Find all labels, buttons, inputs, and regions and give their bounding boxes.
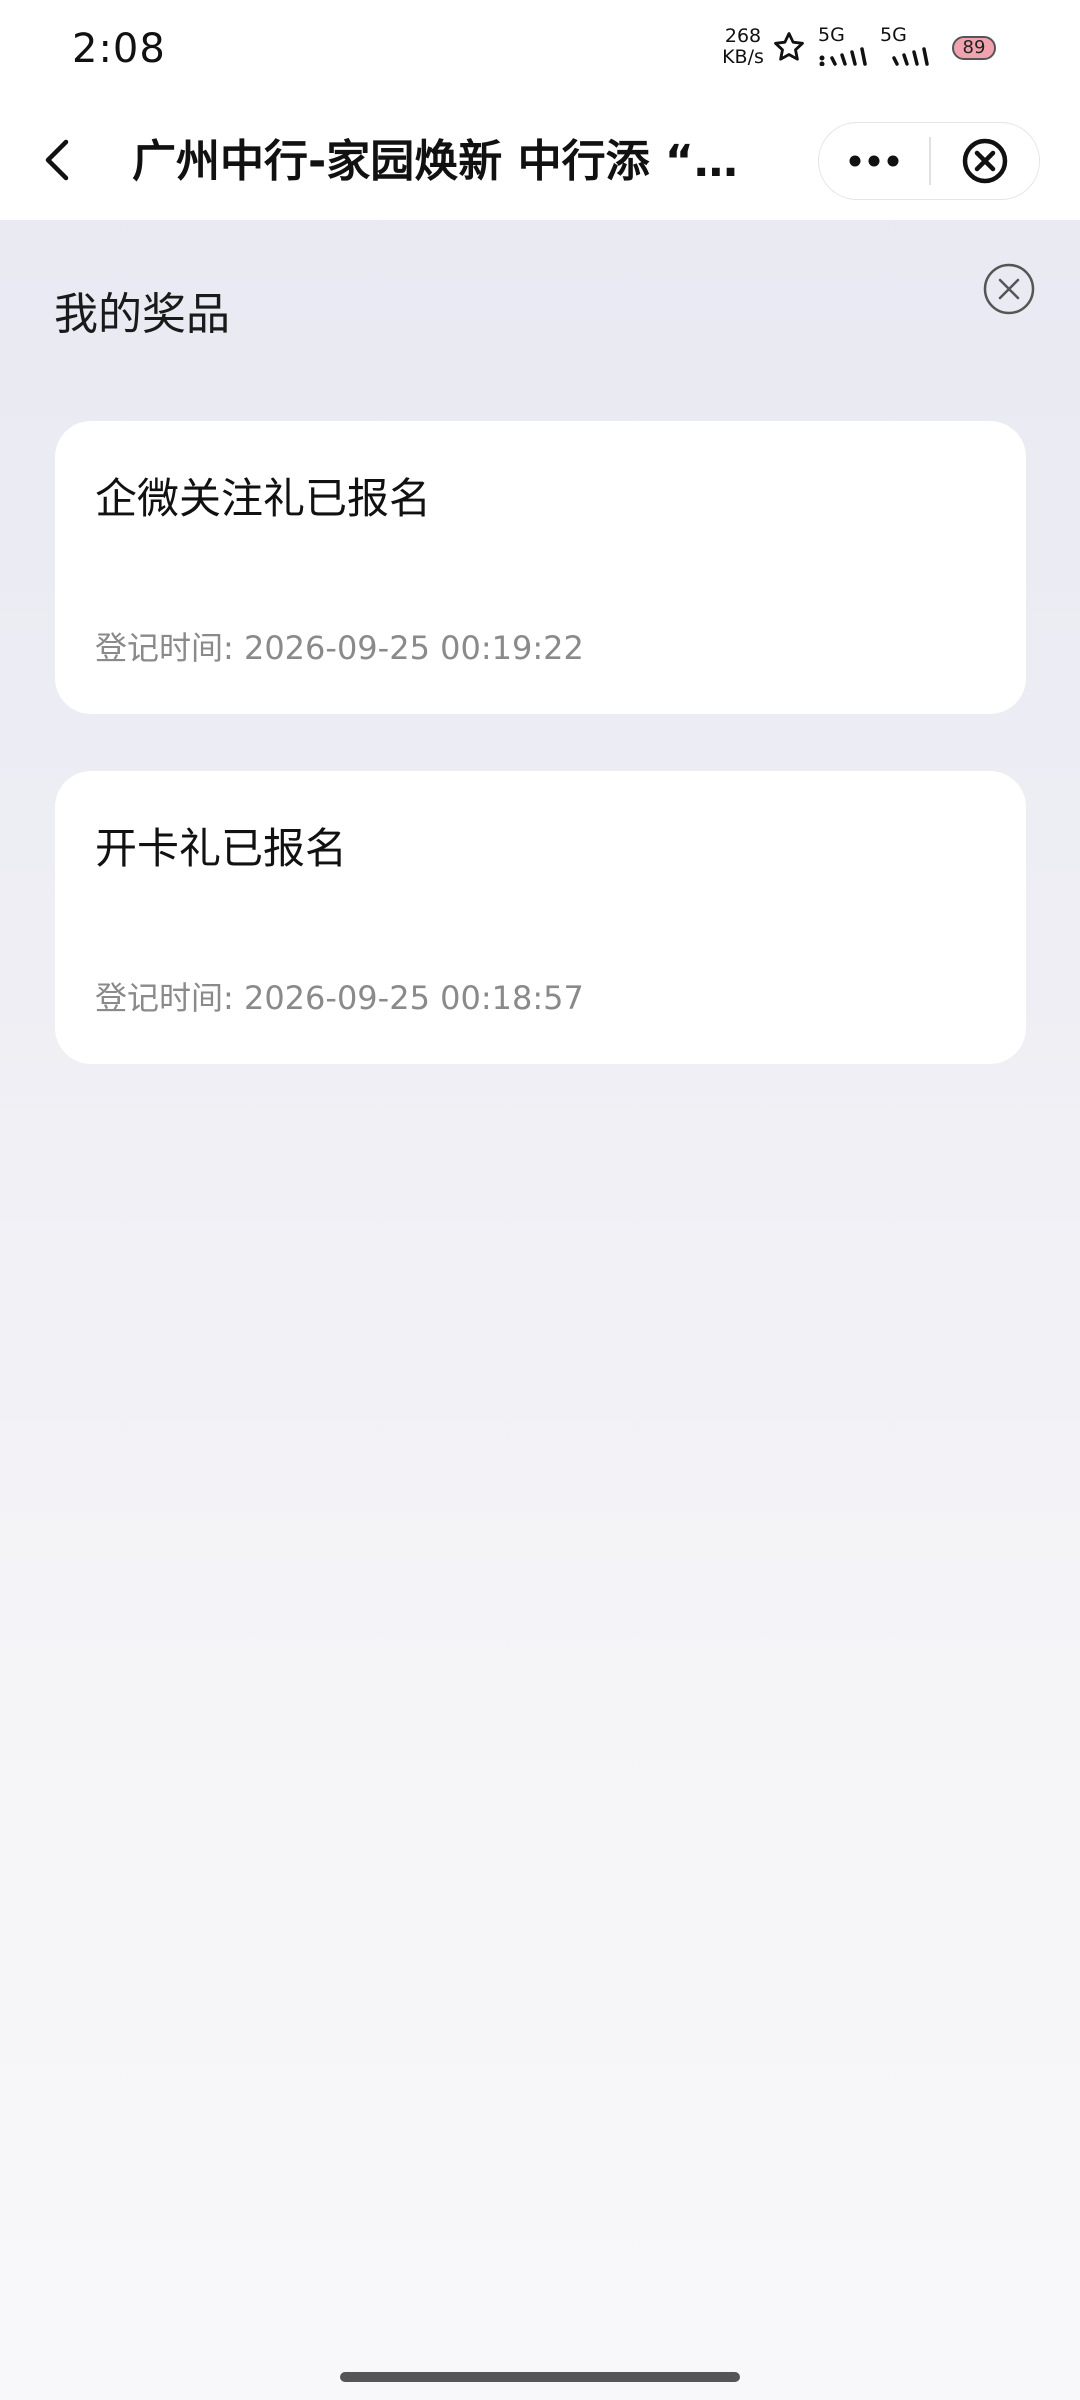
network-speed: 268 KB/s <box>716 26 770 68</box>
back-button[interactable] <box>28 130 88 190</box>
status-bar: 2:08 268 KB/s 5G 5G 89 <box>0 0 1080 100</box>
home-indicator[interactable] <box>340 2372 740 2382</box>
signal-icon: 5G <box>880 24 942 68</box>
prize-name: 企微关注礼已报名 <box>95 474 432 523</box>
signal-icon: 5G <box>818 24 880 68</box>
network-speed-unit: KB/s <box>722 46 764 68</box>
registration-time: 登记时间: 2026-09-25 00:19:22 <box>95 629 584 667</box>
mini-program-capsule <box>818 122 1040 200</box>
battery-icon: 89 <box>952 36 996 60</box>
star-icon <box>774 32 804 61</box>
signal-label: 5G <box>818 24 845 46</box>
more-icon <box>849 155 899 166</box>
more-button[interactable] <box>819 123 929 198</box>
prize-card: 企微关注礼已报名 登记时间: 2026-09-25 00:19:22 <box>55 421 1026 714</box>
network-speed-value: 268 <box>724 25 762 47</box>
status-time: 2:08 <box>72 26 166 72</box>
panel-title: 我的奖品 <box>54 289 230 340</box>
prize-card: 开卡礼已报名 登记时间: 2026-09-25 00:18:57 <box>55 771 1026 1064</box>
close-mini-program-button[interactable] <box>931 123 1039 198</box>
back-icon <box>45 139 69 181</box>
page-title: 广州中行-家园焕新 中行添 “… <box>132 136 738 187</box>
signal-label: 5G <box>880 24 907 46</box>
prize-name: 开卡礼已报名 <box>95 824 348 873</box>
nav-bar: 广州中行-家园焕新 中行添 “… <box>0 100 1080 220</box>
close-circle-icon[interactable] <box>982 262 1036 316</box>
close-circle-icon <box>962 138 1008 183</box>
registration-time: 登记时间: 2026-09-25 00:18:57 <box>95 979 584 1017</box>
